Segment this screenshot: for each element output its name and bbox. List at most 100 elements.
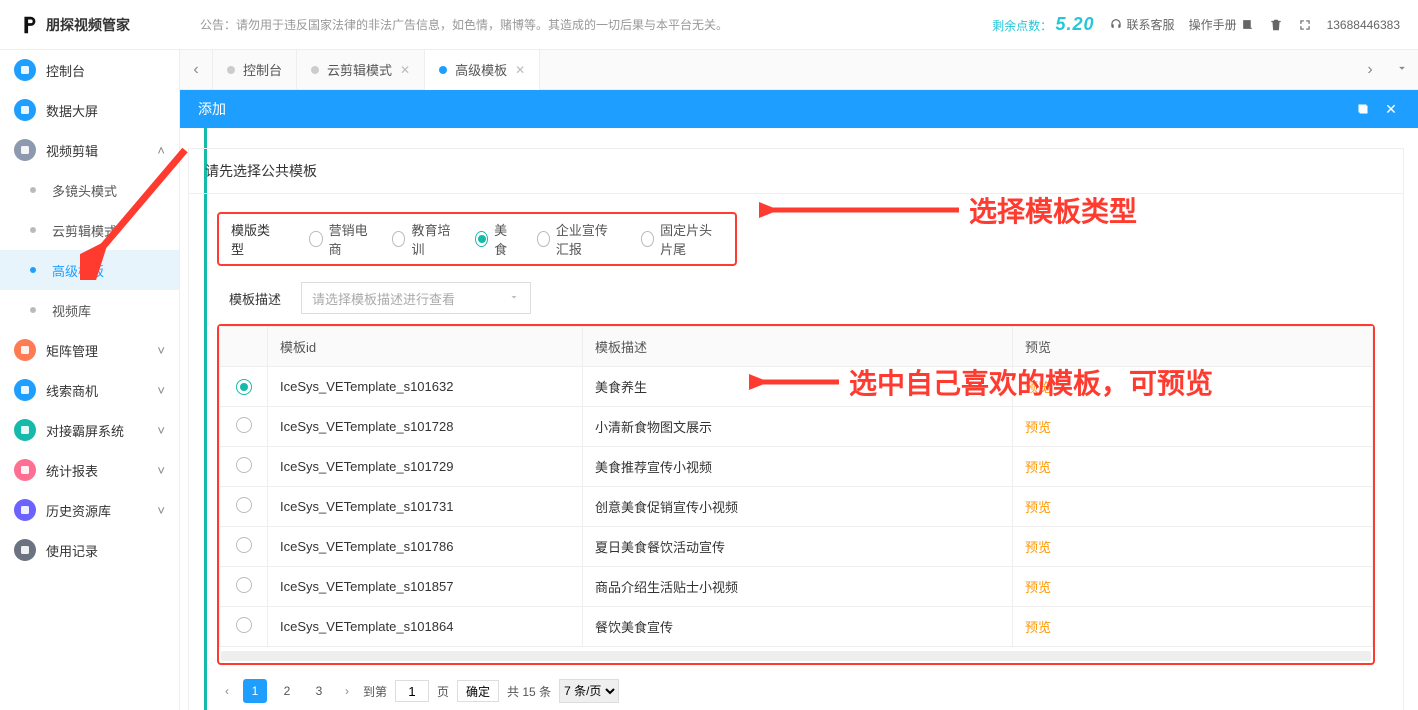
template-type-radio-1[interactable]: 教育培训 (392, 220, 453, 258)
table-row[interactable]: IceSys_VETemplate_s101857商品介绍生活贴士小视频预览 (220, 567, 1373, 607)
horizontal-scrollbar[interactable] (221, 651, 1371, 661)
page-next[interactable]: › (339, 684, 355, 698)
template-type-radio-4[interactable]: 固定片头片尾 (641, 220, 723, 258)
trash-icon[interactable] (1269, 17, 1284, 32)
template-desc-select[interactable]: 请选择模板描述进行查看 (301, 282, 531, 314)
row-radio[interactable] (236, 457, 252, 473)
row-radio[interactable] (236, 417, 252, 433)
template-desc-label: 模板描述 (229, 289, 281, 308)
preview-link[interactable]: 预览 (1025, 460, 1051, 475)
preview-link[interactable]: 预览 (1025, 380, 1051, 395)
row-radio[interactable] (236, 577, 252, 593)
col-preview: 预览 (1013, 327, 1373, 367)
tabs-scroll-left[interactable]: ‹ (180, 61, 212, 79)
menu-icon (14, 379, 36, 401)
template-type-radio-2[interactable]: 美食 (475, 220, 514, 258)
cell-template-id: IceSys_VETemplate_s101857 (268, 567, 583, 607)
headset-icon (1109, 17, 1124, 32)
restore-window-icon[interactable] (1354, 102, 1372, 116)
per-page-select[interactable]: 7 条/页 (559, 679, 619, 703)
sidebar-item-8[interactable]: 线索商机˅ (0, 370, 179, 410)
sidebar-item-9[interactable]: 对接霸屏系统˅ (0, 410, 179, 450)
sidebar-item-6[interactable]: 视频库 (0, 290, 179, 330)
template-selection-card: 请先选择公共模板 模版类型 营销电商教育培训美食企业宣传汇报固定片头片尾 选择模… (188, 148, 1404, 710)
tabs-more-icon[interactable] (1386, 61, 1418, 78)
bullet-icon (30, 187, 36, 193)
card-title: 请先选择公共模板 (189, 149, 1403, 194)
page-3[interactable]: 3 (307, 679, 331, 703)
fullscreen-icon[interactable] (1298, 17, 1313, 32)
table-row[interactable]: IceSys_VETemplate_s101728小清新食物图文展示预览 (220, 407, 1373, 447)
sidebar: 控制台数据大屏视频剪辑˄多镜头模式云剪辑模式高级模板视频库矩阵管理˅线索商机˅对… (0, 50, 180, 710)
sidebar-item-7[interactable]: 矩阵管理˅ (0, 330, 179, 370)
tab-cloud-edit[interactable]: 云剪辑模式 ✕ (297, 50, 425, 90)
menu-icon (14, 59, 36, 81)
row-radio[interactable] (236, 379, 252, 395)
template-type-radio-3[interactable]: 企业宣传汇报 (537, 220, 619, 258)
tab-dot-icon (439, 66, 447, 74)
sidebar-item-3[interactable]: 多镜头模式 (0, 170, 179, 210)
sidebar-item-0[interactable]: 控制台 (0, 50, 179, 90)
page-1[interactable]: 1 (243, 679, 267, 703)
col-template-id: 模板id (268, 327, 583, 367)
page-suffix: 页 (437, 683, 449, 700)
cell-template-desc: 商品介绍生活贴士小视频 (583, 567, 1013, 607)
table-row[interactable]: IceSys_VETemplate_s101729美食推荐宣传小视频预览 (220, 447, 1373, 487)
table-row[interactable]: IceSys_VETemplate_s101632美食养生预览 (220, 367, 1373, 407)
tab-dot-icon (227, 66, 235, 74)
cell-template-desc: 夏日美食餐饮活动宣传 (583, 527, 1013, 567)
cell-template-desc: 小清新食物图文展示 (583, 407, 1013, 447)
table-row[interactable]: IceSys_VETemplate_s101864餐饮美食宣传预览 (220, 607, 1373, 647)
sidebar-item-10[interactable]: 统计报表˅ (0, 450, 179, 490)
cell-template-id: IceSys_VETemplate_s101864 (268, 607, 583, 647)
row-radio[interactable] (236, 537, 252, 553)
contact-support-link[interactable]: 联系客服 (1109, 16, 1175, 33)
tab-home[interactable]: 控制台 (212, 50, 297, 90)
menu-icon (14, 339, 36, 361)
cell-template-desc: 餐饮美食宣传 (583, 607, 1013, 647)
credits-value: 5.20 (1056, 14, 1095, 34)
sidebar-item-11[interactable]: 历史资源库˅ (0, 490, 179, 530)
tabs-scroll-right[interactable]: › (1354, 61, 1386, 79)
close-icon[interactable]: ✕ (515, 63, 525, 77)
credits: 剩余点数： 5.20 (992, 14, 1094, 35)
sidebar-item-5[interactable]: 高级模板 (0, 250, 179, 290)
close-icon[interactable]: ✕ (400, 63, 410, 77)
row-radio[interactable] (236, 497, 252, 513)
template-type-radio-0[interactable]: 营销电商 (309, 220, 370, 258)
preview-link[interactable]: 预览 (1025, 500, 1051, 515)
tab-advanced-template[interactable]: 高级模板 ✕ (425, 50, 540, 90)
preview-link[interactable]: 预览 (1025, 580, 1051, 595)
preview-link[interactable]: 预览 (1025, 420, 1051, 435)
sidebar-item-2[interactable]: 视频剪辑˄ (0, 130, 179, 170)
cell-template-desc: 美食推荐宣传小视频 (583, 447, 1013, 487)
sidebar-item-1[interactable]: 数据大屏 (0, 90, 179, 130)
row-radio[interactable] (236, 617, 252, 633)
manual-link[interactable]: 操作手册 (1189, 16, 1255, 33)
sidebar-item-12[interactable]: 使用记录 (0, 530, 179, 570)
page-2[interactable]: 2 (275, 679, 299, 703)
chevron-down-icon: ˅ (157, 383, 165, 398)
cell-template-id: IceSys_VETemplate_s101728 (268, 407, 583, 447)
bullet-icon (30, 267, 36, 273)
radio-icon (537, 231, 550, 247)
close-panel-icon[interactable]: ✕ (1382, 101, 1400, 118)
table-row[interactable]: IceSys_VETemplate_s101731创意美食促销宣传小视频预览 (220, 487, 1373, 527)
template-table: 模板id 模板描述 预览 IceSys_VETemplate_s101632美食… (219, 326, 1373, 647)
col-template-desc: 模板描述 (583, 327, 1013, 367)
preview-link[interactable]: 预览 (1025, 620, 1051, 635)
page-prev[interactable]: ‹ (219, 684, 235, 698)
goto-confirm-button[interactable]: 确定 (457, 680, 499, 702)
radio-icon (475, 231, 488, 247)
preview-link[interactable]: 预览 (1025, 540, 1051, 555)
chevron-down-icon: ˅ (157, 503, 165, 518)
template-type-label: 模版类型 (231, 220, 275, 258)
table-row[interactable]: IceSys_VETemplate_s101786夏日美食餐饮活动宣传预览 (220, 527, 1373, 567)
goto-page-input[interactable] (395, 680, 429, 702)
panel-header: 添加 ✕ (180, 90, 1418, 128)
goto-label: 到第 (363, 683, 387, 700)
chevron-up-icon: ˄ (157, 143, 165, 158)
brand-logo: 朋探视频管家 (18, 14, 130, 36)
sidebar-item-4[interactable]: 云剪辑模式 (0, 210, 179, 250)
menu-icon (14, 459, 36, 481)
